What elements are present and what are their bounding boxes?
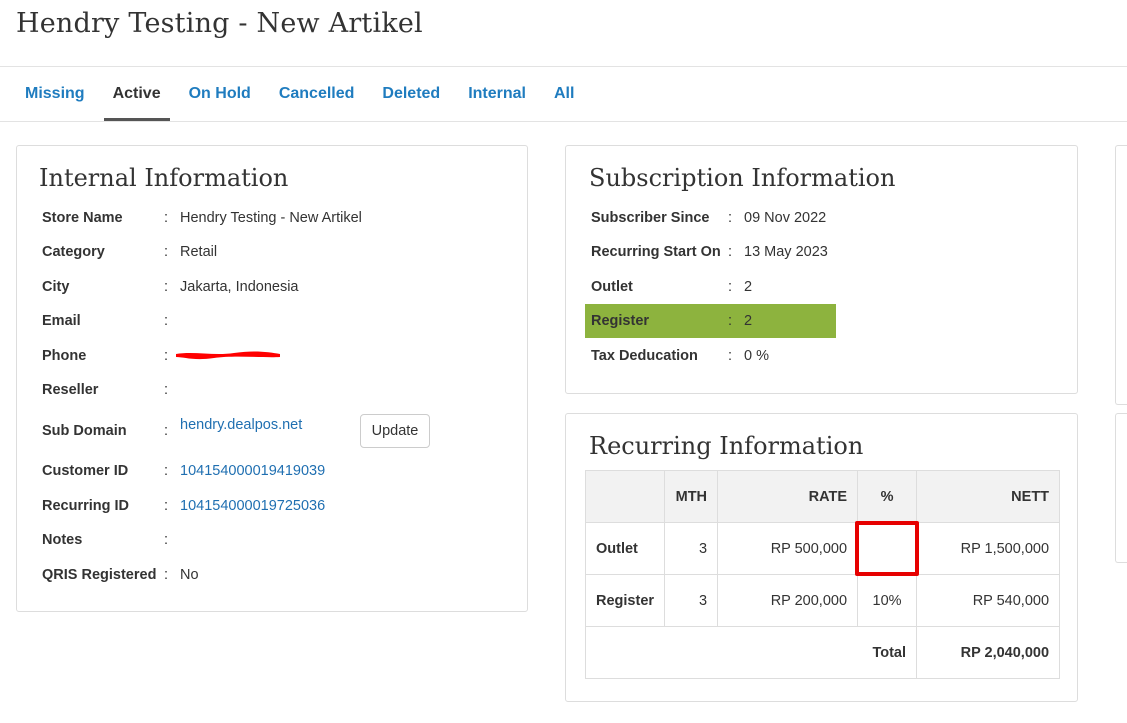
store-name-label: Store Name <box>42 210 123 226</box>
reseller-label: Reseller <box>42 382 99 398</box>
subscription-information-title: Subscription Information <box>589 164 896 192</box>
outlet-value: 2 <box>744 279 753 295</box>
recurring-id-label: Recurring ID <box>42 498 130 514</box>
tab-on-hold[interactable]: On Hold <box>180 66 260 121</box>
recurring-start-label: Recurring Start On <box>591 244 721 260</box>
header-nett: NETT <box>916 470 1061 523</box>
city-label: City <box>42 279 70 295</box>
city-value: Jakarta, Indonesia <box>180 279 299 295</box>
sub-domain-label: Sub Domain <box>42 423 127 439</box>
colon: : <box>164 348 169 364</box>
row-mth: 3 <box>664 522 719 575</box>
row-nett: RP 540,000 <box>916 574 1061 627</box>
colon: : <box>164 313 169 329</box>
colon: : <box>164 567 169 583</box>
subscriber-since-value: 09 Nov 2022 <box>744 210 827 226</box>
colon: : <box>164 244 169 260</box>
colon: : <box>164 423 169 439</box>
tab-all[interactable]: All <box>545 66 583 121</box>
internal-information-title: Internal Information <box>39 164 289 192</box>
subscriber-since-label: Subscriber Since <box>591 210 710 226</box>
status-tabs: Missing Active On Hold Cancelled Deleted… <box>16 66 593 121</box>
phone-label: Phone <box>42 348 87 364</box>
register-label: Register <box>591 313 650 329</box>
tax-deducation-value: 0 % <box>744 348 769 364</box>
tab-deleted[interactable]: Deleted <box>373 66 449 121</box>
recurring-table: MTH RATE % NETT Outlet 3 RP 500,000 RP 1… <box>584 470 1061 679</box>
tab-cancelled[interactable]: Cancelled <box>270 66 364 121</box>
recurring-information-panel: Recurring Information MTH RATE % NETT Ou… <box>565 413 1078 702</box>
qris-registered-label: QRIS Registered <box>42 567 157 583</box>
store-name-value: Hendry Testing - New Artikel <box>180 210 362 226</box>
table-row: Register 3 RP 200,000 10% RP 540,000 <box>584 574 1061 627</box>
colon: : <box>164 382 169 398</box>
colon: : <box>164 532 169 548</box>
notes-label: Notes <box>42 532 83 548</box>
header-mth: MTH <box>664 470 719 523</box>
update-subdomain-button[interactable]: Update <box>360 414 430 448</box>
phone-redaction-mark <box>176 351 280 360</box>
row-percent[interactable]: 10% <box>857 574 918 627</box>
colon: : <box>728 348 733 364</box>
customer-id-label: Customer ID <box>42 463 129 479</box>
subscription-information-panel: Subscription Information Subscriber Sinc… <box>565 145 1078 394</box>
tab-active[interactable]: Active <box>103 66 170 121</box>
recurring-information-title: Recurring Information <box>589 432 864 460</box>
tabs-divider <box>0 121 1127 122</box>
header-rate: RATE <box>717 470 859 523</box>
table-row: Outlet 3 RP 500,000 RP 1,500,000 <box>584 522 1061 575</box>
header-percent: % <box>857 470 918 523</box>
colon: : <box>728 279 733 295</box>
qris-registered-value: No <box>180 567 199 583</box>
row-rate: RP 500,000 <box>717 522 859 575</box>
category-label: Category <box>42 244 105 260</box>
page-title: Hendry Testing - New Artikel <box>16 8 423 39</box>
total-label: Total <box>584 626 918 679</box>
category-value: Retail <box>180 244 218 260</box>
right-edge-panel <box>1115 145 1127 405</box>
tab-internal[interactable]: Internal <box>459 66 535 121</box>
row-label: Outlet <box>584 522 666 575</box>
row-rate: RP 200,000 <box>717 574 859 627</box>
colon: : <box>164 498 169 514</box>
table-header-row: MTH RATE % NETT <box>584 470 1061 523</box>
total-value: RP 2,040,000 <box>916 626 1061 679</box>
customer-id-link[interactable]: 104154000019419039 <box>180 463 325 479</box>
colon: : <box>164 463 169 479</box>
row-nett: RP 1,500,000 <box>916 522 1061 575</box>
email-label: Email <box>42 313 81 329</box>
sub-domain-link[interactable]: hendry.dealpos.net <box>180 417 302 433</box>
colon: : <box>728 313 733 329</box>
recurring-start-value: 13 May 2023 <box>744 244 828 260</box>
row-label: Register <box>584 574 666 627</box>
colon: : <box>164 210 169 226</box>
colon: : <box>728 244 733 260</box>
tab-missing[interactable]: Missing <box>16 66 94 121</box>
register-value: 2 <box>744 313 753 329</box>
row-mth: 3 <box>664 574 719 627</box>
internal-information-panel: Internal Information Store Name : Hendry… <box>16 145 528 612</box>
outlet-percent-highlight-box <box>855 521 919 576</box>
outlet-label: Outlet <box>591 279 633 295</box>
colon: : <box>728 210 733 226</box>
header-item <box>584 470 666 523</box>
right-edge-panel <box>1115 413 1127 563</box>
total-row: Total RP 2,040,000 <box>584 626 1061 679</box>
tax-deducation-label: Tax Deducation <box>591 348 698 364</box>
recurring-id-link[interactable]: 104154000019725036 <box>180 498 325 514</box>
colon: : <box>164 279 169 295</box>
